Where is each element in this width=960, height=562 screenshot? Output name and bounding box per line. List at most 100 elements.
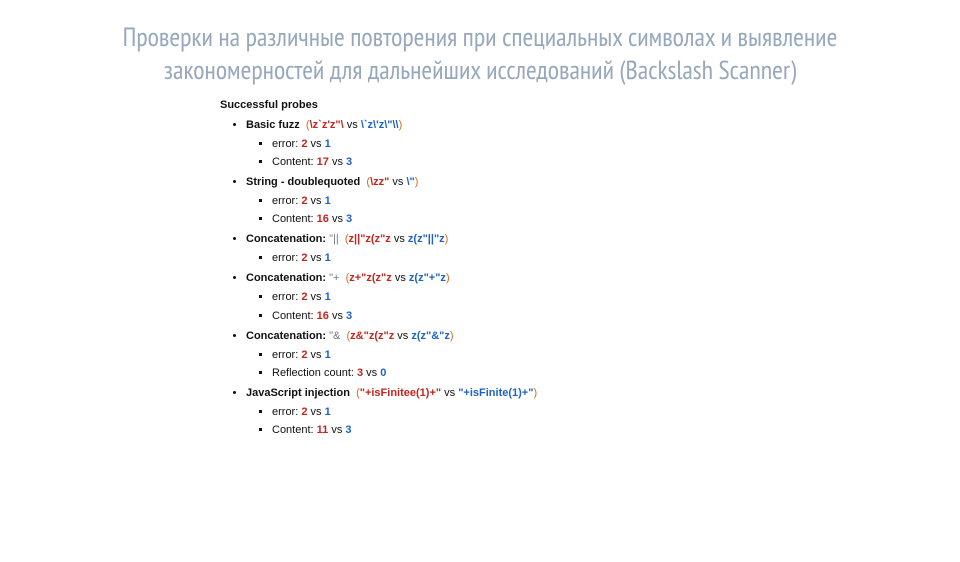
probe-header: Concatenation: "+ (z+"z(z"z vs z(z"+"z) (246, 270, 740, 287)
detail-b: 1 (325, 406, 331, 418)
detail-item: error: 2 vs 1 (272, 250, 740, 267)
detail-b: 3 (346, 310, 352, 322)
detail-sep: vs (329, 310, 346, 322)
detail-sep: vs (307, 195, 324, 207)
detail-key: error: (272, 349, 301, 361)
probe-item: String - doublequoted (\zz" vs \") error:… (246, 174, 740, 228)
probe-header: JavaScript injection ("+isFinitee(1)+" v… (246, 385, 740, 402)
probe-label: String - doublequoted (246, 176, 360, 188)
probe-b: \" (406, 176, 414, 188)
paren-close: ) (415, 176, 419, 188)
detail-b: 1 (325, 138, 331, 150)
detail-sep: vs (307, 406, 324, 418)
probe-label-suffix: "+ (326, 272, 339, 284)
probe-label: Basic fuzz (246, 119, 300, 131)
page-title: Проверки на различные повторения при спе… (40, 22, 920, 87)
detail-key: error: (272, 252, 301, 264)
probe-b: \`z\'z\"\\ (361, 119, 399, 131)
probe-details: error: 2 vs 1Reflection count: 3 vs 0 (272, 347, 740, 382)
probe-a: \z`z'z"\ (310, 119, 344, 131)
detail-b: 1 (325, 349, 331, 361)
paren-close: ) (445, 233, 449, 245)
detail-item: Content: 16 vs 3 (272, 211, 740, 228)
detail-item: Content: 17 vs 3 (272, 154, 740, 171)
detail-key: Content: (272, 424, 317, 436)
detail-key: Content: (272, 213, 317, 225)
vs-text: vs (344, 119, 361, 131)
detail-b: 3 (345, 424, 351, 436)
detail-item: error: 2 vs 1 (272, 193, 740, 210)
probes-panel: Successful probes Basic fuzz (\z`z'z"\ v… (220, 97, 740, 439)
section-header: Successful probes (220, 97, 740, 114)
detail-b: 0 (380, 367, 386, 379)
detail-item: error: 2 vs 1 (272, 289, 740, 306)
probe-label: Concatenation: (246, 330, 326, 342)
detail-a: 11 (317, 424, 329, 436)
detail-a: 16 (317, 310, 329, 322)
probe-b: z(z"||"z (408, 233, 445, 245)
detail-sep: vs (329, 156, 346, 168)
probe-a: z+"z(z"z (349, 272, 392, 284)
probe-details: error: 2 vs 1Content: 11 vs 3 (272, 404, 740, 439)
detail-sep: vs (307, 349, 324, 361)
probe-label-suffix: "|| (326, 233, 339, 245)
detail-item: error: 2 vs 1 (272, 347, 740, 364)
detail-item: Content: 11 vs 3 (272, 422, 740, 439)
detail-key: error: (272, 195, 301, 207)
detail-item: Content: 16 vs 3 (272, 308, 740, 325)
probe-header: Basic fuzz (\z`z'z"\ vs \`z\'z\"\\) (246, 117, 740, 134)
detail-sep: vs (307, 252, 324, 264)
vs-text: vs (441, 387, 458, 399)
detail-sep: vs (329, 213, 346, 225)
probe-item: Basic fuzz (\z`z'z"\ vs \`z\'z\"\\) error… (246, 117, 740, 171)
paren-close: ) (450, 330, 454, 342)
detail-b: 3 (346, 156, 352, 168)
probe-header: String - doublequoted (\zz" vs \") (246, 174, 740, 191)
probe-a: "+isFinitee(1)+" (360, 387, 441, 399)
probe-label: Concatenation: (246, 272, 326, 284)
probe-header: Concatenation: "& (z&"z(z"z vs z(z"&"z) (246, 328, 740, 345)
probe-item: JavaScript injection ("+isFinitee(1)+" v… (246, 385, 740, 439)
probe-b: z(z"+"z (409, 272, 446, 284)
vs-text: vs (389, 176, 406, 188)
detail-sep: vs (307, 138, 324, 150)
probe-label-suffix: "& (326, 330, 340, 342)
paren-close: ) (446, 272, 450, 284)
probe-details: error: 2 vs 1 (272, 250, 740, 267)
detail-item: error: 2 vs 1 (272, 136, 740, 153)
probe-label: Concatenation: (246, 233, 326, 245)
detail-b: 1 (325, 195, 331, 207)
probe-a: z||"z(z"z (349, 233, 391, 245)
detail-key: Content: (272, 156, 317, 168)
probe-item: Concatenation: "|| (z||"z(z"z vs z(z"||"… (246, 231, 740, 267)
detail-b: 3 (346, 213, 352, 225)
detail-a: 16 (317, 213, 329, 225)
probe-item: Concatenation: "& (z&"z(z"z vs z(z"&"z) e… (246, 328, 740, 382)
detail-b: 1 (325, 252, 331, 264)
detail-key: error: (272, 138, 301, 150)
detail-key: error: (272, 291, 301, 303)
probe-details: error: 2 vs 1 Content: 16 vs 3 (272, 289, 740, 324)
probe-header: Concatenation: "|| (z||"z(z"z vs z(z"||"… (246, 231, 740, 248)
detail-a: 17 (317, 156, 329, 168)
probes-list: Basic fuzz (\z`z'z"\ vs \`z\'z\"\\) error… (246, 117, 740, 439)
detail-sep: vs (363, 367, 380, 379)
vs-text: vs (394, 330, 411, 342)
probe-a: \zz" (370, 176, 389, 188)
probe-b: "+isFinite(1)+" (458, 387, 533, 399)
probe-item: Concatenation: "+ (z+"z(z"z vs z(z"+"z) e… (246, 270, 740, 324)
paren-close: ) (399, 119, 403, 131)
probe-a: z&"z(z"z (350, 330, 394, 342)
detail-item: error: 2 vs 1 (272, 404, 740, 421)
detail-key: error: (272, 406, 301, 418)
detail-key: Reflection count: (272, 367, 357, 379)
probe-b: z(z"&"z (411, 330, 450, 342)
detail-b: 1 (325, 291, 331, 303)
detail-sep: vs (307, 291, 324, 303)
probe-details: error: 2 vs 1Content: 16 vs 3 (272, 193, 740, 228)
probe-label: JavaScript injection (246, 387, 350, 399)
probe-details: error: 2 vs 1Content: 17 vs 3 (272, 136, 740, 171)
detail-item: Reflection count: 3 vs 0 (272, 365, 740, 382)
detail-key: Content: (272, 310, 317, 322)
vs-text: vs (391, 233, 408, 245)
